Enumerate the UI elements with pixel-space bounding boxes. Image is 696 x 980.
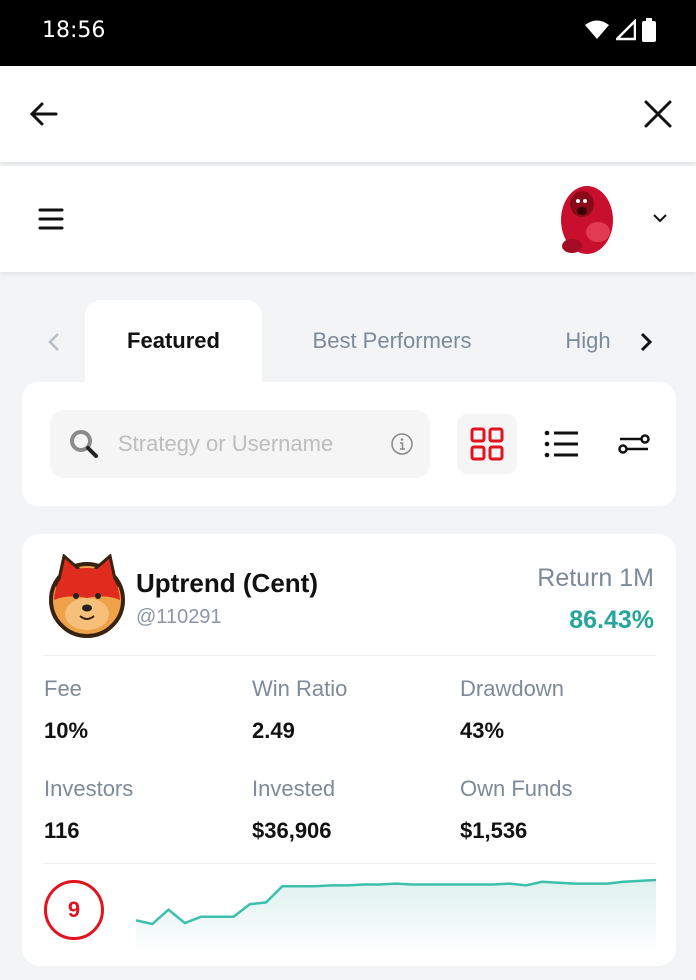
list-icon — [544, 430, 578, 458]
list-view-button[interactable] — [532, 414, 592, 474]
top-navigation-bar — [0, 66, 696, 162]
tab-high[interactable]: High — [554, 300, 622, 382]
info-icon[interactable] — [390, 432, 414, 456]
hamburger-menu-icon[interactable] — [36, 204, 66, 234]
chevron-right-icon[interactable] — [634, 328, 658, 356]
filter-settings-button[interactable] — [604, 414, 664, 474]
search-panel — [22, 382, 676, 506]
stat-drawdown: Drawdown 43% — [460, 676, 660, 744]
stat-investors: Investors 116 — [44, 776, 244, 844]
wifi-icon — [585, 20, 609, 39]
stat-label: Fee — [44, 676, 82, 701]
strategy-avatar — [49, 554, 125, 638]
stat-value: 10% — [44, 718, 89, 743]
signal-icon — [616, 19, 636, 41]
back-arrow-icon[interactable] — [26, 96, 62, 132]
category-tabs: Featured Best Performers High — [0, 300, 696, 382]
status-bar: 18:56 — [0, 0, 696, 66]
battery-icon — [642, 18, 656, 42]
divider — [44, 655, 656, 656]
stat-label: Own Funds — [460, 776, 573, 801]
stat-win-ratio: Win Ratio 2.49 — [252, 676, 452, 744]
chevron-left-icon[interactable] — [42, 328, 66, 356]
stat-value: $36,906 — [252, 818, 332, 843]
sliders-icon — [618, 434, 650, 454]
stat-own-funds: Own Funds $1,536 — [460, 776, 660, 844]
search-box — [50, 410, 430, 478]
close-icon[interactable] — [640, 96, 676, 132]
stat-label: Investors — [44, 776, 134, 801]
tab-best-performers[interactable]: Best Performers — [290, 300, 494, 382]
strategy-card[interactable]: Uptrend (Cent) @110291 Return 1M 86.43% … — [22, 534, 676, 966]
app-header — [0, 166, 696, 272]
stat-label: Win Ratio — [252, 676, 348, 701]
status-time: 18:56 — [42, 18, 106, 43]
stat-value: 2.49 — [252, 718, 295, 743]
performance-sparkline — [136, 878, 656, 954]
strategy-username: @110291 — [136, 606, 222, 628]
return-label: Return 1M — [537, 564, 654, 592]
grid-icon — [470, 427, 504, 461]
grid-view-button[interactable] — [457, 414, 517, 474]
stat-label: Drawdown — [460, 676, 564, 701]
stat-value: 43% — [460, 718, 505, 743]
bear-avatar[interactable] — [554, 180, 620, 256]
stat-value: $1,536 — [460, 818, 528, 843]
stat-label: Invested — [252, 776, 336, 801]
tab-featured[interactable]: Featured — [85, 300, 262, 382]
strategy-name: Uptrend (Cent) — [136, 568, 318, 598]
stat-fee: Fee 10% — [44, 676, 244, 744]
search-icon — [70, 430, 98, 458]
stat-invested: Invested $36,906 — [252, 776, 452, 844]
chevron-down-icon[interactable] — [648, 206, 672, 230]
stat-value: 116 — [44, 818, 80, 843]
return-value: 86.43% — [569, 606, 654, 634]
status-icons — [584, 18, 656, 42]
search-input[interactable] — [118, 410, 378, 478]
divider — [44, 863, 656, 864]
risk-score-badge: 9 — [44, 880, 104, 940]
